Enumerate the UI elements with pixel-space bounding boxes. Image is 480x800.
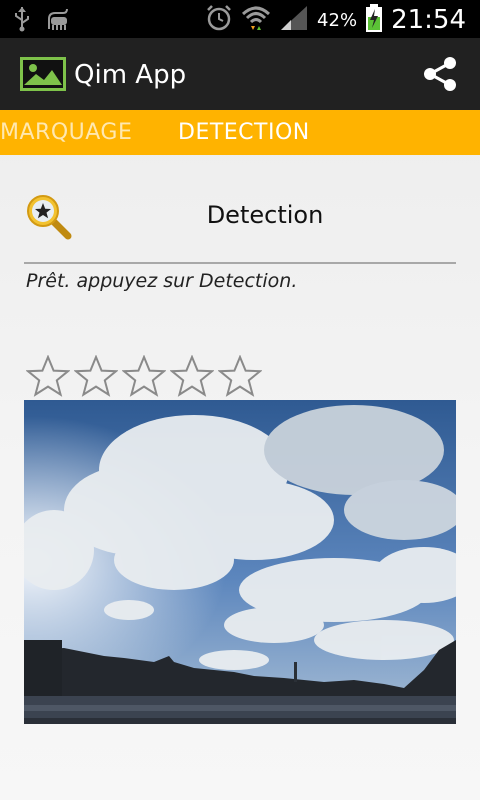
tab-detection[interactable]: DETECTION [178,110,310,155]
star-icon[interactable] [170,355,214,397]
divider [24,262,456,264]
detection-title: Detection [206,201,324,229]
clock: 21:54 [391,5,466,35]
share-icon [424,57,456,91]
alarm-icon [205,4,233,36]
action-bar: Qim App [0,38,480,111]
status-bar: 42% 21:54 [0,0,480,38]
battery-percent: 42% [317,9,358,31]
signal-icon [279,4,309,36]
tab-bar: MARQUAGE DETECTION [0,110,480,155]
status-text: Prêt. appuyez sur Detection. [26,270,298,292]
star-icon[interactable] [218,355,262,397]
rating-bar[interactable] [26,355,262,397]
image-icon[interactable] [20,57,66,91]
app-title: Qim App [74,60,187,90]
tab-marquage[interactable]: MARQUAGE [0,110,132,155]
wifi-icon [241,4,271,36]
battery-charging-icon [365,3,383,37]
share-button[interactable] [420,54,460,94]
usb-icon [12,6,32,36]
android-debug-icon [46,7,72,35]
photo-image[interactable] [24,400,456,724]
star-icon[interactable] [122,355,166,397]
star-icon[interactable] [74,355,118,397]
star-icon[interactable] [26,355,70,397]
